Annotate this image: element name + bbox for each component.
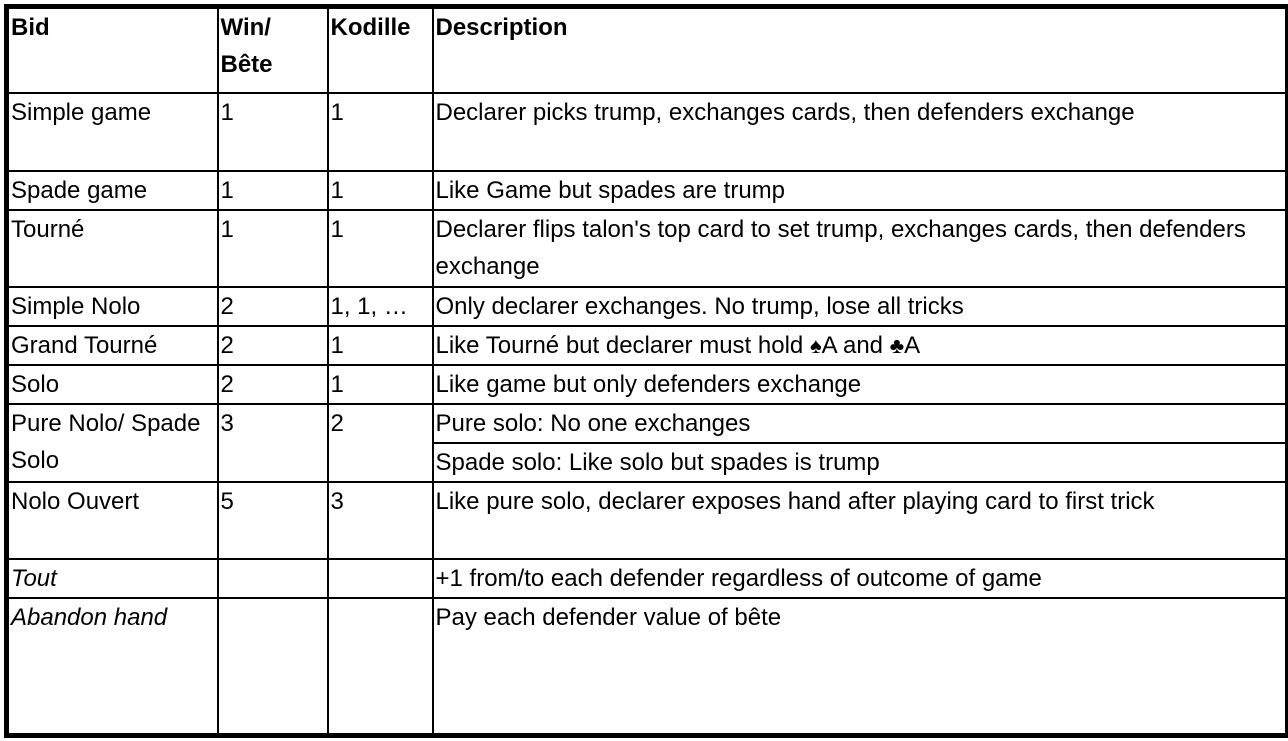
description-cell: +1 from/to each defender regardless of o… xyxy=(431,557,1288,599)
table-row: Spade game 1 1 Like Game but spades are … xyxy=(5,169,1288,211)
bid-cell: Tout xyxy=(5,557,219,599)
kodille-cell: 1 xyxy=(326,324,434,366)
description-cell: Declarer flips talon's top card to set t… xyxy=(431,208,1288,288)
kodille-cell: 1 xyxy=(326,91,434,172)
table-row: Abandon hand Pay each defender value of … xyxy=(5,596,1288,737)
win-cell: 2 xyxy=(216,324,329,366)
kodille-cell: 2 xyxy=(326,402,434,483)
description-cell: Like Game but spades are trump xyxy=(431,169,1288,211)
win-cell: 3 xyxy=(216,402,329,483)
header-bete-label: Bête xyxy=(220,51,273,78)
header-bid: Bid xyxy=(5,5,219,94)
bid-cell: Pure Nolo/ Spade Solo xyxy=(5,402,219,483)
header-win-bete: Win/Bête xyxy=(216,5,329,94)
win-cell: 2 xyxy=(216,363,329,405)
description-text: A xyxy=(904,331,921,359)
table-row: Nolo Ouvert 5 3 Like pure solo, declarer… xyxy=(5,480,1288,560)
bids-table: Bid Win/Bête Kodille Description Simple … xyxy=(4,4,1288,738)
header-row: Bid Win/Bête Kodille Description xyxy=(5,5,1288,94)
bid-cell: Simple game xyxy=(5,91,219,172)
table-row: Simple game 1 1 Declarer picks trump, ex… xyxy=(5,91,1288,172)
table-row: Simple Nolo 2 1, 1, … Only declarer exch… xyxy=(5,285,1288,327)
kodille-cell: 1 xyxy=(326,169,434,211)
description-cell: Like pure solo, declarer exposes hand af… xyxy=(431,480,1288,560)
description-cell: Declarer picks trump, exchanges cards, t… xyxy=(431,91,1288,172)
kodille-cell xyxy=(326,596,434,737)
table-row: Tourné 1 1 Declarer flips talon's top ca… xyxy=(5,208,1288,288)
bid-cell: Abandon hand xyxy=(5,596,219,737)
description-cell: Pay each defender value of bête xyxy=(431,596,1288,737)
bid-cell: Solo xyxy=(5,363,219,405)
bid-cell: Spade game xyxy=(5,169,219,211)
table-row: Grand Tourné 2 1 Like Tourné but declare… xyxy=(5,324,1288,366)
header-kodille: Kodille xyxy=(326,5,434,94)
win-cell: 1 xyxy=(216,169,329,211)
table-row: Solo 2 1 Like game but only defenders ex… xyxy=(5,363,1288,405)
description-cell: Like game but only defenders exchange xyxy=(431,363,1288,405)
kodille-cell: 1 xyxy=(326,208,434,288)
kodille-cell xyxy=(326,557,434,599)
win-cell: 1 xyxy=(216,208,329,288)
win-cell: 2 xyxy=(216,285,329,327)
bid-cell: Tourné xyxy=(5,208,219,288)
kodille-cell: 3 xyxy=(326,480,434,560)
table-row: Pure Nolo/ Spade Solo 3 2 Pure solo: No … xyxy=(5,402,1288,483)
description-text: Like Tourné but declarer must hold xyxy=(435,331,810,359)
spade-icon: ♠ xyxy=(809,332,822,358)
description-cell: Like Tourné but declarer must hold ♠A an… xyxy=(431,324,1288,366)
header-description: Description xyxy=(431,5,1288,94)
bid-cell: Simple Nolo xyxy=(5,285,219,327)
bid-cell: Nolo Ouvert xyxy=(5,480,219,560)
header-win-label: Win/ xyxy=(220,14,271,41)
kodille-cell: 1, 1, … xyxy=(326,285,434,327)
kodille-cell: 1 xyxy=(326,363,434,405)
win-cell: 1 xyxy=(216,91,329,172)
description-cell: Pure solo: No one exchanges xyxy=(431,402,1288,444)
description-cell: Only declarer exchanges. No trump, lose … xyxy=(431,285,1288,327)
description-cell: Spade solo: Like solo but spades is trum… xyxy=(431,441,1288,483)
description-text: A and xyxy=(821,331,890,359)
win-cell xyxy=(216,596,329,737)
bid-cell: Grand Tourné xyxy=(5,324,219,366)
win-cell: 5 xyxy=(216,480,329,560)
win-cell xyxy=(216,557,329,599)
club-icon: ♣ xyxy=(889,332,905,358)
table-row: Tout +1 from/to each defender regardless… xyxy=(5,557,1288,599)
